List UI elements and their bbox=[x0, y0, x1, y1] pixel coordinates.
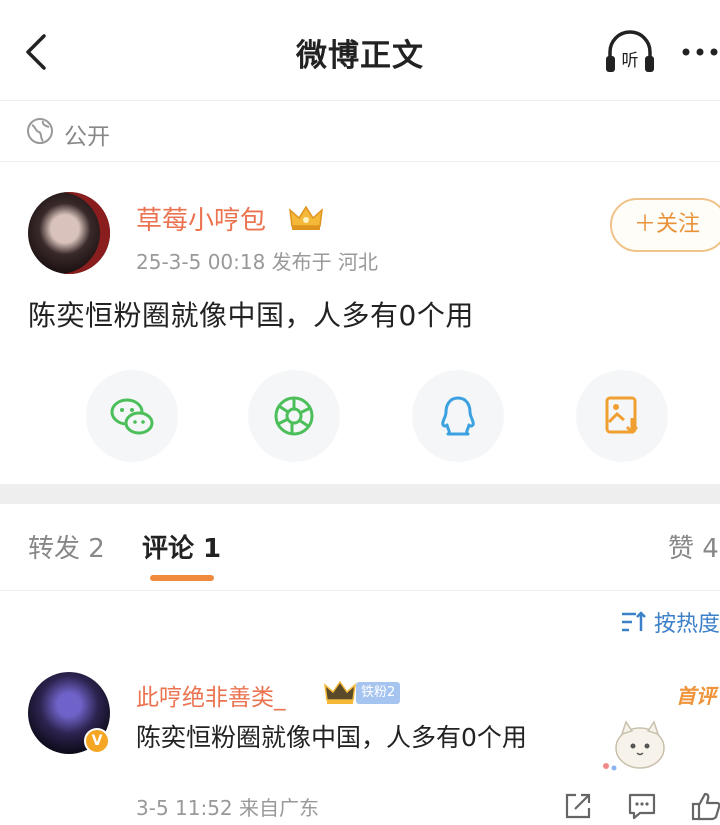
moments-icon bbox=[274, 396, 314, 436]
section-divider bbox=[0, 484, 720, 504]
save-image-button[interactable] bbox=[576, 370, 668, 462]
wechat-icon bbox=[110, 398, 154, 435]
save-image-icon bbox=[605, 396, 639, 435]
share-moments-button[interactable] bbox=[248, 370, 340, 462]
reply-icon[interactable] bbox=[626, 790, 658, 822]
first-comment-badge: 首评 bbox=[676, 684, 716, 708]
share-wechat-button[interactable] bbox=[86, 370, 178, 462]
verified-badge: V bbox=[84, 728, 110, 754]
tabs-divider bbox=[0, 590, 720, 591]
tab-comments[interactable]: 评论 1 bbox=[142, 528, 221, 565]
qq-icon bbox=[441, 396, 475, 436]
crown-badge-icon bbox=[289, 205, 323, 230]
visibility-label: 公开 bbox=[64, 124, 110, 150]
sort-label: 按热度 bbox=[654, 612, 720, 637]
more-options-icon[interactable] bbox=[680, 30, 720, 74]
listen-label: 听 bbox=[622, 51, 639, 71]
active-tab-indicator bbox=[150, 575, 214, 581]
like-icon[interactable] bbox=[690, 790, 720, 822]
author-avatar[interactable] bbox=[28, 192, 110, 274]
comment-time-location: 3-5 11:52 来自广东 bbox=[136, 796, 320, 820]
cat-sticker-icon bbox=[603, 720, 665, 771]
tab-likes[interactable]: 赞 4 bbox=[668, 528, 719, 565]
visibility-row: 公开 bbox=[0, 100, 720, 162]
share-qq-button[interactable] bbox=[412, 370, 504, 462]
crown-badge-icon bbox=[324, 680, 356, 704]
post-time-location: 25-3-5 00:18 发布于 河北 bbox=[136, 250, 379, 274]
commenter-name[interactable]: 此哼绝非善类_ bbox=[136, 678, 286, 712]
fan-level-badge: 铁粉2 bbox=[356, 682, 401, 704]
post-text: 陈奕恒粉圈就像中国，人多有0个用 bbox=[28, 299, 474, 332]
comment-text: 陈奕恒粉圈就像中国，人多有0个用 bbox=[136, 723, 527, 752]
tab-repost[interactable]: 转发 2 bbox=[28, 528, 105, 565]
sort-by-hot-button[interactable]: 按热度 bbox=[620, 604, 720, 640]
nav-bar: 微博正文 听 bbox=[0, 0, 720, 100]
forward-icon[interactable] bbox=[562, 790, 594, 822]
listen-icon[interactable]: 听 bbox=[604, 28, 656, 76]
globe-icon bbox=[27, 118, 53, 144]
author-name[interactable]: 草莓小哼包 bbox=[136, 200, 266, 237]
follow-button[interactable]: ＋关注 bbox=[610, 198, 720, 252]
sort-icon bbox=[622, 611, 646, 632]
